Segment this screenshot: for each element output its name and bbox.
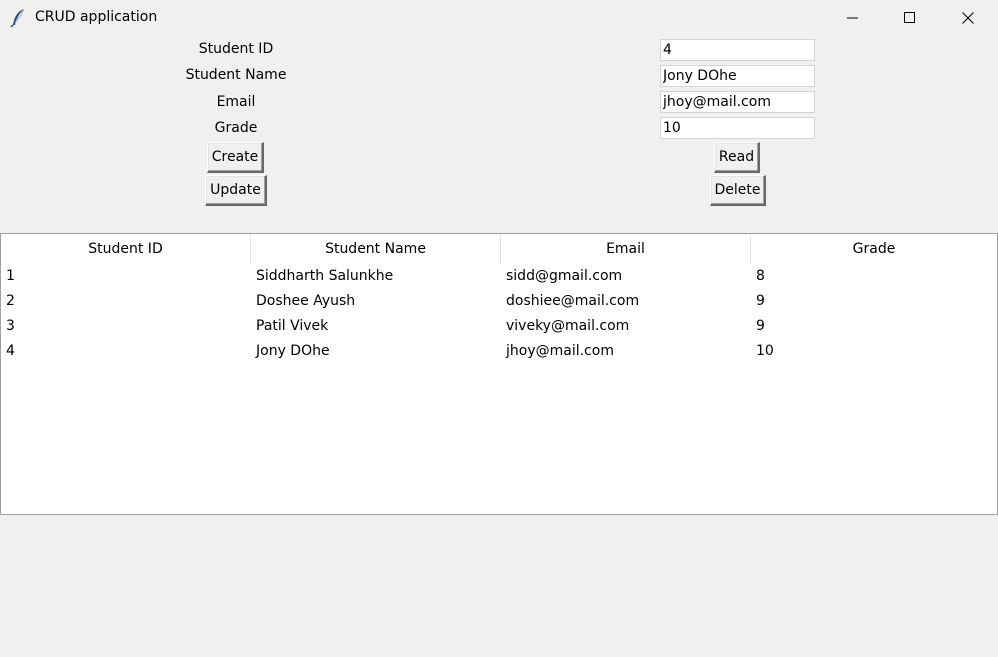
grade-input[interactable]	[660, 117, 815, 139]
cell-email: jhoy@mail.com	[506, 343, 614, 359]
window-title: CRUD application	[35, 9, 158, 25]
cell-student-id: 1	[6, 268, 15, 284]
cell-grade: 9	[756, 293, 765, 309]
minimize-icon	[847, 17, 858, 19]
create-button[interactable]: Create	[207, 142, 264, 173]
student-name-input[interactable]	[660, 65, 815, 87]
column-header-student-name[interactable]: Student Name	[251, 234, 501, 264]
cell-student-name: Siddharth Salunkhe	[256, 268, 394, 284]
cell-grade: 9	[756, 318, 765, 334]
email-input[interactable]	[660, 91, 815, 113]
table-header: Student ID Student Name Email Grade	[1, 234, 997, 264]
minimize-button[interactable]	[830, 0, 876, 36]
title-bar[interactable]: CRUD application	[0, 0, 998, 36]
read-button[interactable]: Read	[714, 142, 760, 173]
maximize-icon	[904, 12, 915, 23]
column-header-student-id[interactable]: Student ID	[1, 234, 251, 264]
table-row[interactable]: 2 Doshee Ayush doshiee@mail.com 9	[1, 289, 997, 314]
cell-student-id: 2	[6, 293, 15, 309]
table-row[interactable]: 1 Siddharth Salunkhe sidd@gmail.com 8	[1, 264, 997, 289]
cell-student-id: 4	[6, 343, 15, 359]
cell-grade: 8	[756, 268, 765, 284]
cell-email: sidd@gmail.com	[506, 268, 623, 284]
close-button[interactable]	[945, 0, 991, 36]
cell-grade: 10	[756, 343, 774, 359]
cell-email: viveky@mail.com	[506, 318, 630, 334]
table-row[interactable]: 4 Jony DOhe jhoy@mail.com 10	[1, 339, 997, 364]
cell-student-name: Jony DOhe	[256, 343, 330, 359]
cell-student-name: Patil Vivek	[256, 318, 329, 334]
grade-label: Grade	[214, 120, 258, 136]
column-header-email[interactable]: Email	[501, 234, 751, 264]
column-header-grade[interactable]: Grade	[751, 234, 997, 264]
close-icon	[962, 12, 974, 24]
delete-button[interactable]: Delete	[710, 175, 766, 206]
student-name-label: Student Name	[185, 67, 287, 83]
student-table[interactable]: Student ID Student Name Email Grade 1 Si…	[0, 233, 998, 515]
cell-email: doshiee@mail.com	[506, 293, 640, 309]
update-button[interactable]: Update	[205, 175, 267, 206]
cell-student-id: 3	[6, 318, 15, 334]
table-row[interactable]: 3 Patil Vivek viveky@mail.com 9	[1, 314, 997, 339]
cell-student-name: Doshee Ayush	[256, 293, 356, 309]
table-body: 1 Siddharth Salunkhe sidd@gmail.com 8 2 …	[1, 264, 997, 364]
student-id-label: Student ID	[198, 41, 274, 57]
feather-icon	[10, 8, 28, 28]
maximize-button[interactable]	[887, 0, 933, 36]
student-id-input[interactable]	[660, 39, 815, 61]
email-label: Email	[216, 94, 256, 110]
